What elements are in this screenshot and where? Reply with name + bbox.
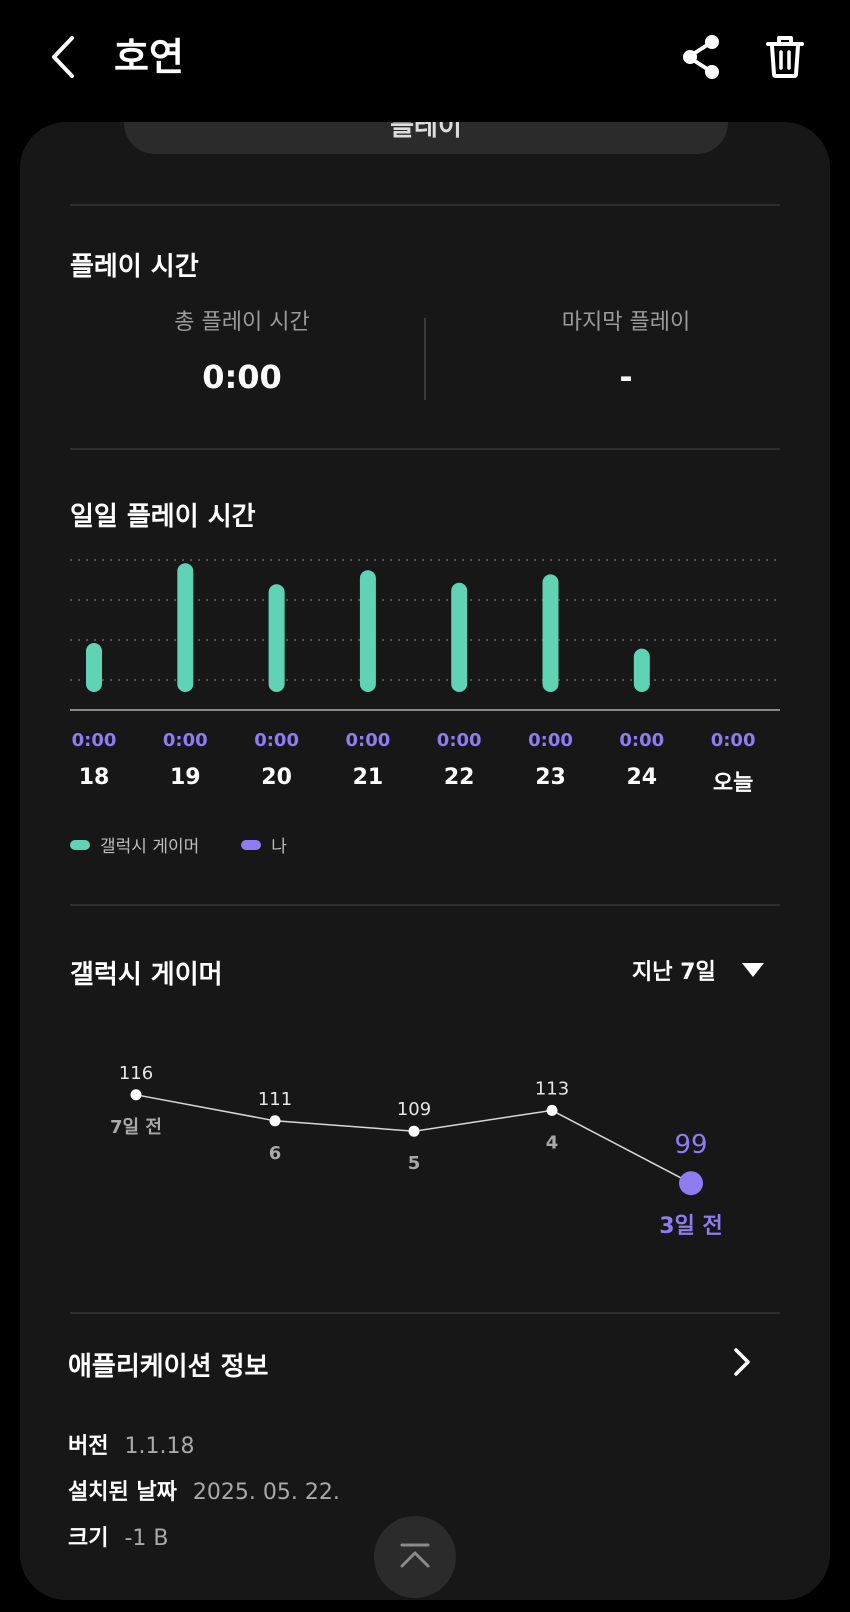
play-time-title: 플레이 시간 bbox=[70, 252, 199, 282]
bar-19 bbox=[177, 563, 194, 692]
last-play-label: 마지막 플레이 bbox=[561, 310, 691, 335]
chevron-right-icon[interactable] bbox=[730, 1342, 754, 1382]
total-play-time-value: 0:00 bbox=[202, 358, 282, 396]
rank-day-label: 6 bbox=[269, 1143, 282, 1164]
chevron-left-icon bbox=[52, 36, 74, 78]
day-tick-label: 23 bbox=[535, 765, 566, 790]
chart-column-5: 0:00 23 bbox=[521, 730, 581, 790]
legend-item-galaxy-gamer: 갤럭시 게이머 bbox=[70, 832, 199, 857]
play-button[interactable]: 플레이 bbox=[124, 122, 728, 154]
day-tick-label: 21 bbox=[352, 765, 384, 790]
trash-icon bbox=[766, 36, 804, 78]
chart-column-3: 0:00 21 bbox=[338, 730, 398, 790]
chart-column-4: 0:00 22 bbox=[429, 730, 489, 790]
me-value-label: 0:00 bbox=[162, 730, 208, 751]
legend-swatch bbox=[241, 839, 262, 850]
last-play-value: - bbox=[619, 358, 633, 396]
period-dropdown[interactable]: 지난 7일 bbox=[632, 954, 764, 986]
me-value-label: 0:00 bbox=[436, 730, 482, 751]
bar-22 bbox=[451, 582, 468, 692]
rank-point bbox=[130, 1089, 142, 1101]
scroll-to-top-button[interactable] bbox=[374, 1516, 456, 1598]
rank-value-label: 109 bbox=[397, 1099, 431, 1120]
chart-column-0: 0:00 18 bbox=[64, 730, 124, 790]
legend-label: 갤럭시 게이머 bbox=[100, 837, 200, 857]
size-value: -1 B bbox=[124, 1526, 169, 1551]
page-title: 호연 bbox=[114, 35, 184, 79]
rank-day-label: 5 bbox=[408, 1153, 421, 1174]
daily-play-time-chart bbox=[70, 559, 780, 711]
content-card: 플레이 플레이 시간 총 플레이 시간 0:00 마지막 플레이 - 일일 플레… bbox=[20, 122, 830, 1600]
current-rank-point bbox=[679, 1171, 703, 1196]
bar-18 bbox=[86, 643, 102, 692]
chart-column-7: 0:00 오늘 bbox=[703, 730, 763, 797]
total-play-time-label: 총 플레이 시간 bbox=[174, 310, 310, 335]
rank-point bbox=[546, 1104, 558, 1116]
stat-separator bbox=[424, 318, 426, 400]
me-value-label: 0:00 bbox=[254, 730, 299, 751]
chart-column-2: 0:00 20 bbox=[247, 730, 307, 790]
bar-24 bbox=[633, 648, 650, 692]
divider bbox=[70, 904, 780, 906]
app-info-title[interactable]: 애플리케이션 정보 bbox=[68, 1346, 268, 1383]
divider bbox=[70, 1312, 780, 1314]
day-tick-label: 22 bbox=[443, 765, 475, 790]
size-row: 크기 -1 B bbox=[68, 1520, 169, 1552]
rank-value-label: 116 bbox=[119, 1063, 153, 1084]
chart-column-1: 0:00 19 bbox=[155, 730, 215, 790]
legend-item-me: 나 bbox=[241, 832, 287, 857]
installed-date-label: 설치된 날짜 bbox=[68, 1480, 177, 1505]
legend-swatch bbox=[70, 839, 90, 850]
installed-date-value: 2025. 05. 22. bbox=[192, 1480, 340, 1505]
day-tick-label: 24 bbox=[626, 765, 658, 790]
version-label: 버전 bbox=[68, 1434, 109, 1459]
rank-day-label: 3일 전 bbox=[659, 1214, 722, 1239]
share-icon bbox=[683, 35, 719, 79]
app-bar: 호연 bbox=[0, 0, 850, 118]
divider bbox=[70, 448, 780, 450]
chart-column-6: 0:00 24 bbox=[612, 730, 672, 790]
dropdown-arrow-icon bbox=[741, 963, 764, 977]
rank-value-label: 111 bbox=[258, 1089, 292, 1110]
me-value-label: 0:00 bbox=[71, 730, 117, 751]
day-tick-label: 19 bbox=[169, 765, 201, 790]
me-value-label: 0:00 bbox=[528, 730, 573, 751]
ranking-title: 갤럭시 게이머 bbox=[70, 960, 223, 990]
play-button-label: 플레이 bbox=[390, 122, 462, 142]
rank-day-label: 4 bbox=[546, 1132, 559, 1153]
day-tick-label: 20 bbox=[261, 765, 292, 790]
me-value-label: 0:00 bbox=[710, 730, 756, 751]
period-label: 지난 7일 bbox=[632, 960, 716, 985]
installed-date-row: 설치된 날짜 2025. 05. 22. bbox=[68, 1474, 340, 1506]
daily-play-time-title: 일일 플레이 시간 bbox=[70, 502, 256, 532]
day-tick-label: 오늘 bbox=[712, 771, 754, 796]
version-value: 1.1.18 bbox=[124, 1434, 195, 1459]
bar-23 bbox=[542, 574, 559, 692]
me-value-label: 0:00 bbox=[345, 730, 391, 751]
rank-point bbox=[408, 1125, 420, 1137]
bar-20 bbox=[268, 584, 285, 692]
share-button[interactable] bbox=[678, 30, 726, 84]
me-value-label: 0:00 bbox=[619, 730, 665, 751]
legend-label: 나 bbox=[271, 837, 287, 857]
version-row: 버전 1.1.18 bbox=[68, 1428, 194, 1460]
size-label: 크기 bbox=[68, 1526, 109, 1551]
day-tick-label: 18 bbox=[78, 765, 110, 790]
chart-legend: 갤럭시 게이머 나 bbox=[70, 832, 329, 857]
divider bbox=[70, 204, 780, 206]
bar-21 bbox=[359, 570, 376, 692]
rank-value-label: 113 bbox=[535, 1078, 569, 1099]
ranking-trend-chart: 116 7일 전 111 6 109 5 113 4 99 3일 전 bbox=[110, 1063, 723, 1239]
rank-point bbox=[269, 1115, 281, 1127]
scroll-up-icon bbox=[400, 1543, 430, 1568]
rank-day-label: 7일 전 bbox=[110, 1117, 162, 1138]
rank-value-label: 99 bbox=[674, 1130, 707, 1160]
back-button[interactable] bbox=[44, 30, 88, 84]
delete-button[interactable] bbox=[762, 30, 808, 84]
